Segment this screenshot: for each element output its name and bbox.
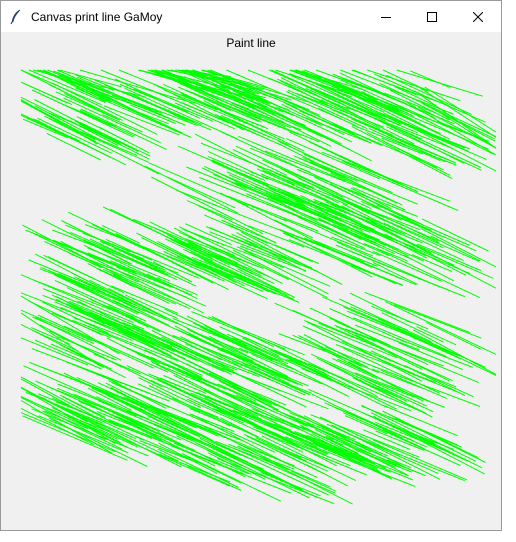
feather-icon: [8, 9, 24, 25]
painted-line: [237, 268, 296, 298]
painted-line: [296, 168, 418, 217]
painted-line: [190, 251, 295, 300]
painted-line: [409, 70, 450, 88]
close-icon: [473, 11, 483, 22]
painted-line: [44, 115, 149, 163]
painted-line: [64, 325, 169, 373]
minimize-button[interactable]: [363, 1, 409, 32]
painted-line: [145, 165, 239, 214]
drawing-canvas[interactable]: [1, 32, 501, 530]
canvas-area[interactable]: Paint line: [1, 32, 501, 530]
painted-line: [156, 277, 198, 296]
app-window: Canvas print line GaMoy Paint line: [0, 0, 502, 531]
painted-line: [304, 320, 398, 359]
painted-line: [49, 112, 135, 149]
painted-line: [372, 262, 419, 285]
title-bar[interactable]: Canvas print line GaMoy: [1, 1, 501, 32]
painted-line: [133, 218, 196, 246]
painted-line: [339, 298, 433, 343]
painted-line: [219, 450, 318, 499]
close-button[interactable]: [455, 1, 501, 32]
window-title: Canvas print line GaMoy: [31, 9, 163, 24]
painted-line: [67, 211, 184, 269]
painted-line: [208, 156, 266, 181]
painted-line: [63, 372, 129, 406]
painted-line: [187, 359, 292, 412]
painted-line: [240, 231, 343, 285]
painted-line: [167, 176, 236, 209]
canvas-heading: Paint line: [226, 36, 276, 50]
painted-line: [383, 404, 458, 437]
minimize-icon: [381, 16, 391, 18]
painted-line: [130, 283, 177, 305]
painted-line: [208, 384, 307, 431]
maximize-icon: [427, 11, 437, 22]
painted-line: [361, 404, 477, 462]
maximize-button[interactable]: [409, 1, 455, 32]
painted-line: [63, 97, 161, 144]
painted-line: [22, 82, 68, 104]
painted-line: [417, 106, 497, 149]
window-controls: [363, 1, 501, 32]
